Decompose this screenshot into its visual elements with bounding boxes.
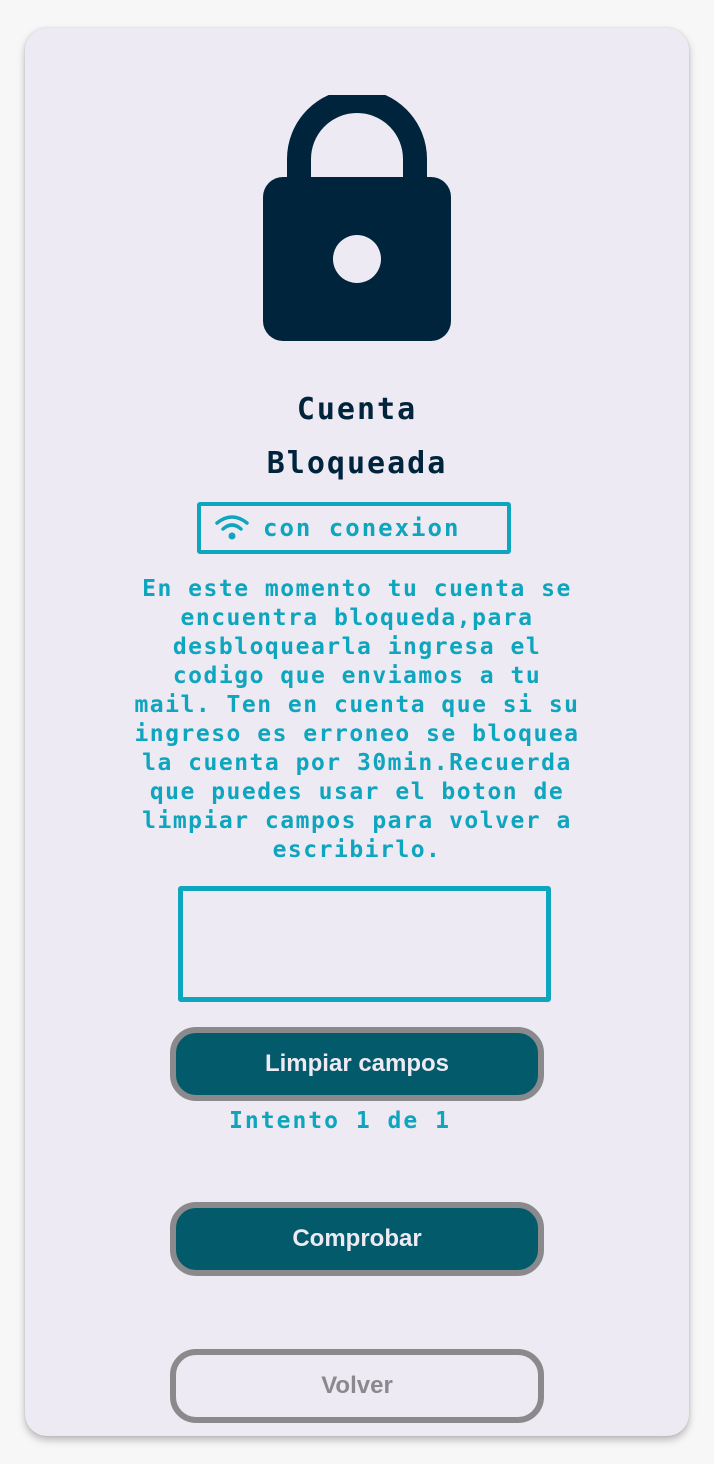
instructions-text: En este momento tu cuenta se encuentra b… — [134, 576, 580, 863]
connection-status: con conexion — [197, 502, 511, 554]
back-button[interactable]: Volver — [170, 1349, 544, 1423]
page-title-line2: Bloqueada — [266, 446, 448, 481]
wifi-icon — [215, 515, 249, 540]
connection-label: con conexion — [263, 514, 461, 542]
page-title-line1: Cuenta — [296, 392, 418, 427]
check-button[interactable]: Comprobar — [170, 1202, 544, 1276]
clear-fields-button[interactable]: Limpiar campos — [170, 1027, 544, 1101]
attempt-counter: Intento 1 de 1 — [229, 1108, 451, 1134]
locked-account-card: Cuenta Bloqueada con conexion En este mo… — [25, 28, 689, 1436]
code-input[interactable] — [178, 886, 551, 1002]
lock-icon — [263, 95, 451, 341]
